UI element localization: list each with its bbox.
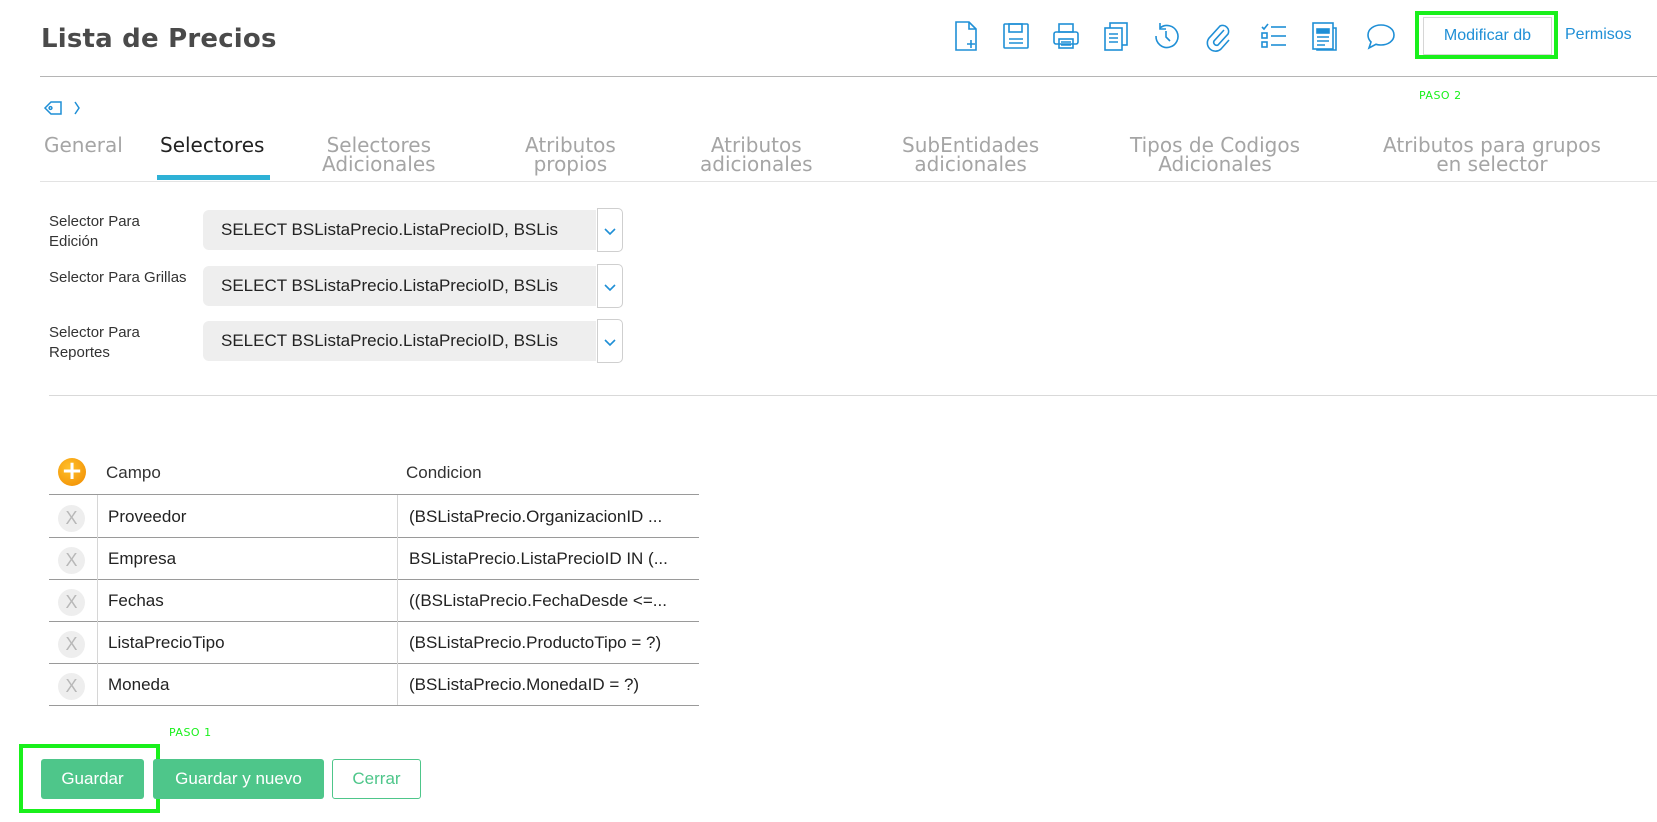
new-document-icon[interactable] <box>946 16 986 56</box>
table-row[interactable]: X Proveedor (BSListaPrecio.OrganizacionI… <box>49 495 699 538</box>
paso1-label: PASO 1 <box>169 726 212 739</box>
tag-icon[interactable] <box>43 99 63 117</box>
breadcrumb <box>43 99 81 117</box>
cerrar-button[interactable]: Cerrar <box>332 759 421 799</box>
cell-divider <box>97 579 98 621</box>
save-icon[interactable] <box>996 16 1036 56</box>
selector-edicion-dropdown[interactable] <box>597 208 623 252</box>
report-icon[interactable] <box>1304 16 1344 56</box>
comment-icon[interactable] <box>1361 16 1401 56</box>
tab-selectores[interactable]: Selectores <box>160 135 264 155</box>
chevron-down-icon <box>603 332 617 351</box>
cell-divider <box>97 537 98 579</box>
cell-divider <box>397 495 398 537</box>
campo-cell[interactable]: Moneda <box>108 675 388 695</box>
selector-edicion-input[interactable]: SELECT BSListaPrecio.ListaPrecioID, BSLi… <box>203 210 596 250</box>
condicion-cell[interactable]: (BSListaPrecio.OrganizacionID ... <box>409 507 694 527</box>
chevron-down-icon <box>603 277 617 296</box>
tab-selectores-adicionales[interactable]: Selectores Adicionales <box>322 135 436 174</box>
tab-general[interactable]: General <box>44 135 123 155</box>
header-divider <box>40 76 1657 77</box>
selector-grillas-label: Selector Para Grillas <box>49 269 187 286</box>
tab-atributos-adicionales[interactable]: Atributos adicionales <box>700 135 813 174</box>
guardar-button[interactable]: Guardar <box>41 759 144 799</box>
attachment-icon[interactable] <box>1198 16 1238 56</box>
delete-row-icon[interactable]: X <box>58 673 85 700</box>
condicion-cell[interactable]: BSListaPrecio.ListaPrecioID IN (... <box>409 549 694 569</box>
selector-row-reportes: Selector Para Reportes SELECT BSListaPre… <box>49 317 629 363</box>
tabs-divider <box>40 181 1657 182</box>
campo-cell[interactable]: Proveedor <box>108 507 388 527</box>
selector-reportes-input[interactable]: SELECT BSListaPrecio.ListaPrecioID, BSLi… <box>203 321 596 361</box>
paso2-highlight <box>1415 11 1558 59</box>
column-header-condicion: Condicion <box>406 463 482 482</box>
active-tab-indicator <box>157 175 270 180</box>
permisos-link[interactable]: Permisos <box>1565 26 1632 44</box>
history-icon[interactable] <box>1146 16 1186 56</box>
add-row-button[interactable]: + <box>58 458 86 486</box>
tab-tipos-codigos-adicionales[interactable]: Tipos de Codigos Adicionales <box>1130 135 1300 174</box>
campo-cell[interactable]: ListaPrecioTipo <box>108 633 388 653</box>
column-header-campo: Campo <box>106 463 161 482</box>
cell-divider <box>397 621 398 663</box>
selector-grillas-dropdown[interactable] <box>597 264 623 308</box>
cell-divider <box>397 579 398 621</box>
condicion-cell[interactable]: (BSListaPrecio.MonedaID = ?) <box>409 675 694 695</box>
condicion-cell[interactable]: (BSListaPrecio.ProductoTipo = ?) <box>409 633 694 653</box>
cell-divider <box>397 537 398 579</box>
tab-atributos-grupos-selector[interactable]: Atributos para grupos en selector <box>1383 135 1601 174</box>
tab-subentidades-adicionales[interactable]: SubEntidades adicionales <box>902 135 1039 174</box>
table-row[interactable]: X Moneda (BSListaPrecio.MonedaID = ?) <box>49 663 699 706</box>
checklist-icon[interactable] <box>1254 16 1294 56</box>
table-row[interactable]: X Fechas ((BSListaPrecio.FechaDesde <=..… <box>49 579 699 622</box>
campo-cell[interactable]: Empresa <box>108 549 388 569</box>
selector-reportes-dropdown[interactable] <box>597 319 623 363</box>
guardar-y-nuevo-button[interactable]: Guardar y nuevo <box>153 759 324 799</box>
selector-reportes-label: Selector Para Reportes <box>49 324 140 361</box>
table-row[interactable]: X Empresa BSListaPrecio.ListaPrecioID IN… <box>49 537 699 580</box>
page: Lista de Precios Modificar db Permisos P… <box>0 0 1657 822</box>
delete-row-icon[interactable]: X <box>58 631 85 658</box>
delete-row-icon[interactable]: X <box>58 547 85 574</box>
cell-divider <box>97 663 98 705</box>
condicion-cell[interactable]: ((BSListaPrecio.FechaDesde <=... <box>409 591 694 611</box>
selector-grillas-input[interactable]: SELECT BSListaPrecio.ListaPrecioID, BSLi… <box>203 266 596 306</box>
section-divider <box>49 395 1657 396</box>
selector-row-grillas: Selector Para Grillas SELECT BSListaPrec… <box>49 262 629 308</box>
tab-atributos-propios[interactable]: Atributos propios <box>525 135 616 174</box>
tab-bar: General Selectores Selectores Adicionale… <box>40 134 1657 182</box>
cell-divider <box>397 663 398 705</box>
selector-edicion-label: Selector Para Edición <box>49 213 140 250</box>
selector-row-edicion: Selector Para Edición SELECT BSListaPrec… <box>49 206 629 252</box>
chevron-right-icon <box>73 100 81 116</box>
page-title: Lista de Precios <box>41 24 277 54</box>
copy-icon[interactable] <box>1096 16 1136 56</box>
campo-cell[interactable]: Fechas <box>108 591 388 611</box>
chevron-down-icon <box>603 221 617 240</box>
delete-row-icon[interactable]: X <box>58 505 85 532</box>
print-icon[interactable] <box>1046 16 1086 56</box>
plus-icon: + <box>61 456 83 486</box>
cell-divider <box>97 621 98 663</box>
cell-divider <box>97 495 98 537</box>
paso2-label: PASO 2 <box>1419 89 1462 102</box>
delete-row-icon[interactable]: X <box>58 589 85 616</box>
table-row[interactable]: X ListaPrecioTipo (BSListaPrecio.Product… <box>49 621 699 664</box>
